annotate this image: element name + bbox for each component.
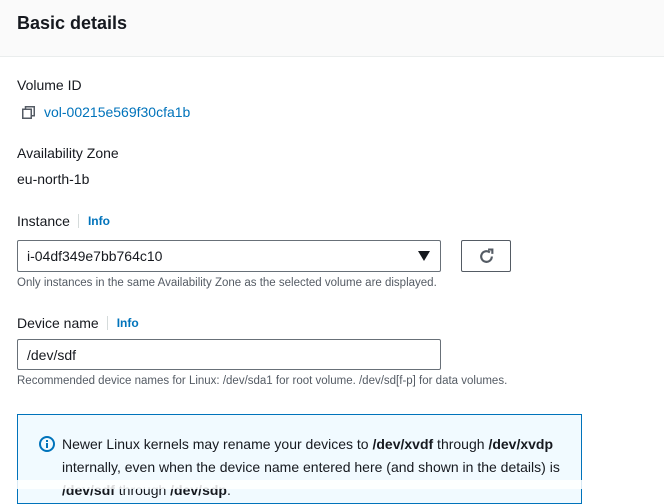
- device-info-link[interactable]: Info: [106, 316, 139, 330]
- device-name-label-text: Device name: [17, 315, 99, 331]
- volume-id-label: Volume ID: [17, 77, 82, 93]
- instance-label: Instance Info: [17, 213, 110, 229]
- bottom-fade: [0, 480, 664, 489]
- instance-select[interactable]: i-04df349e7bb764c10: [17, 240, 441, 272]
- caret-down-icon: [418, 251, 430, 261]
- info-alert: Newer Linux kernels may rename your devi…: [17, 414, 582, 504]
- volume-id-row: vol-00215e569f30cfa1b: [22, 102, 190, 122]
- info-circle-icon: [39, 436, 55, 452]
- device-name-input[interactable]: [17, 339, 441, 370]
- refresh-icon: [479, 248, 493, 263]
- instance-hint: Only instances in the same Availability …: [17, 277, 437, 289]
- instance-info-link[interactable]: Info: [77, 214, 110, 228]
- refresh-button[interactable]: [461, 240, 511, 272]
- availability-zone-value: eu-north-1b: [17, 171, 90, 187]
- panel-header: Basic details: [0, 0, 664, 57]
- device-name-hint: Recommended device names for Linux: /dev…: [17, 375, 508, 387]
- panel-title: Basic details: [17, 13, 128, 33]
- volume-id-link[interactable]: vol-00215e569f30cfa1b: [44, 104, 190, 120]
- device-name-label: Device name Info: [17, 315, 139, 331]
- copy-icon[interactable]: [22, 105, 35, 119]
- availability-zone-label: Availability Zone: [17, 145, 119, 161]
- instance-label-text: Instance: [17, 213, 70, 229]
- instance-select-value: i-04df349e7bb764c10: [27, 248, 163, 264]
- alert-message: Newer Linux kernels may rename your devi…: [62, 436, 560, 498]
